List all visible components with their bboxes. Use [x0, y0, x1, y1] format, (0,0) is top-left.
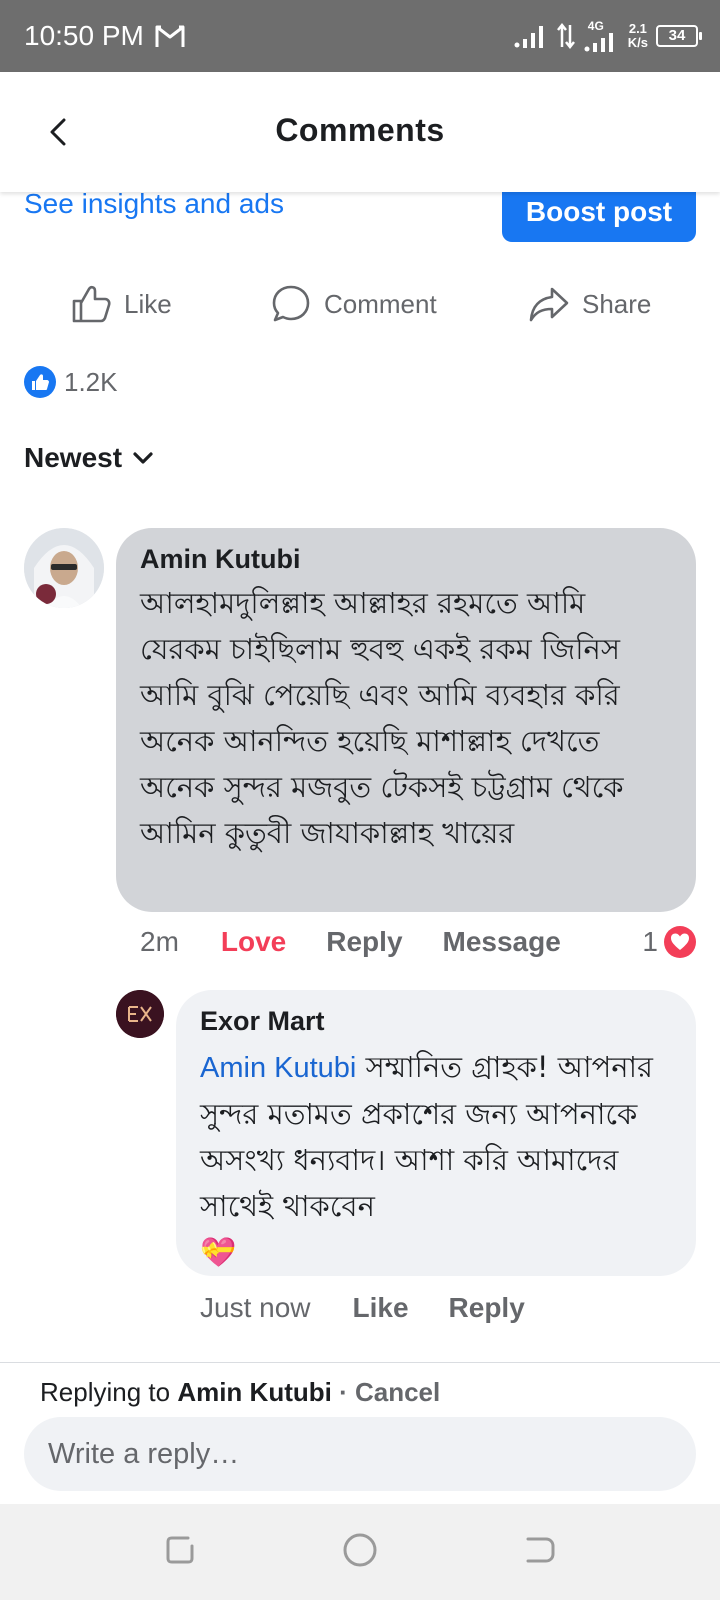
system-nav-bar [0, 1504, 720, 1600]
sort-dropdown[interactable]: Newest [24, 442, 154, 474]
comment-text: আলহামদুলিল্লাহ আল্লাহর রহমতে আমি যেরকম চ… [140, 586, 624, 850]
battery-icon: 34 [656, 25, 702, 47]
comment-bubble[interactable]: Amin Kutubi আলহামদুলিল্লাহ আল্লাহর রহমতে… [116, 528, 696, 912]
signal-icon [584, 33, 613, 52]
data-arrows-icon [556, 23, 575, 49]
user-photo-icon [24, 528, 104, 608]
reply-mention[interactable]: Amin Kutubi [200, 1052, 356, 1084]
app-header: Comments [0, 72, 720, 192]
network-speed: 2.1 K/s [627, 21, 648, 50]
share-arrow-icon [529, 287, 569, 322]
like-action-label: Like [124, 288, 172, 319]
comment-time: 2m [140, 926, 179, 957]
comment-action-button[interactable]: Comment [270, 276, 437, 332]
reply-input[interactable] [24, 1417, 696, 1491]
like-action-button[interactable]: Like [70, 276, 172, 332]
comment-author[interactable]: Amin Kutubi [140, 544, 300, 575]
page-title: Comments [275, 112, 445, 148]
avatar[interactable] [24, 528, 104, 608]
like-reaction-icon [24, 366, 56, 398]
recent-apps-icon[interactable] [160, 1530, 200, 1570]
gmail-icon [155, 25, 185, 47]
reply-reply-button[interactable]: Reply [449, 1292, 525, 1324]
love-reaction-icon [664, 926, 696, 958]
replying-to-label: Replying to Amin Kutubi · Cancel [40, 1377, 441, 1407]
status-time: 10:50 PM [24, 20, 144, 51]
replying-target: Amin Kutubi [177, 1377, 332, 1407]
signal-icon [514, 26, 543, 48]
see-insights-link[interactable]: See insights and ads [24, 188, 284, 220]
status-bar: 10:50 PM 4G 2.1 K/s 34 [0, 0, 720, 72]
reply-composer: Replying to Amin Kutubi · Cancel [0, 1362, 720, 1504]
reply-author[interactable]: Exor Mart [200, 1006, 325, 1037]
reaction-count: 1.2K [64, 366, 118, 397]
comment-meta: 2m Love Reply Message 1 [140, 920, 696, 964]
exor-mart-logo-icon [116, 990, 164, 1038]
reaction-count: 1 [642, 926, 658, 957]
reaction-summary[interactable]: 1.2K [24, 366, 118, 398]
reply-bubble[interactable]: Exor Mart Amin Kutubi সম্মানিত গ্রাহক! আ… [176, 990, 696, 1276]
sort-label: Newest [24, 442, 123, 473]
reply-like-button[interactable]: Like [353, 1292, 409, 1324]
reply-text: Amin Kutubi সম্মানিত গ্রাহক! আপনার সুন্দ… [200, 1044, 676, 1275]
message-button[interactable]: Message [443, 926, 561, 958]
comment-action-label: Comment [324, 288, 437, 319]
thumbs-up-icon [72, 285, 111, 323]
gift-heart-emoji: 💝 [200, 1235, 237, 1269]
reply-time: Just now [200, 1292, 311, 1323]
share-action-button[interactable]: Share [528, 276, 651, 332]
back-icon[interactable] [520, 1530, 560, 1570]
share-action-label: Share [582, 288, 652, 319]
avatar[interactable] [116, 990, 164, 1038]
chevron-down-icon [133, 452, 153, 464]
comment-bubble-icon [272, 285, 310, 322]
reply-button[interactable]: Reply [326, 926, 402, 958]
reply-meta: Just now Like Reply [200, 1286, 525, 1330]
cancel-reply-button[interactable]: Cancel [355, 1377, 440, 1407]
love-reaction-button[interactable]: Love [221, 926, 286, 958]
post-actions: Like Comment Share [0, 276, 720, 332]
home-icon[interactable] [340, 1530, 380, 1570]
